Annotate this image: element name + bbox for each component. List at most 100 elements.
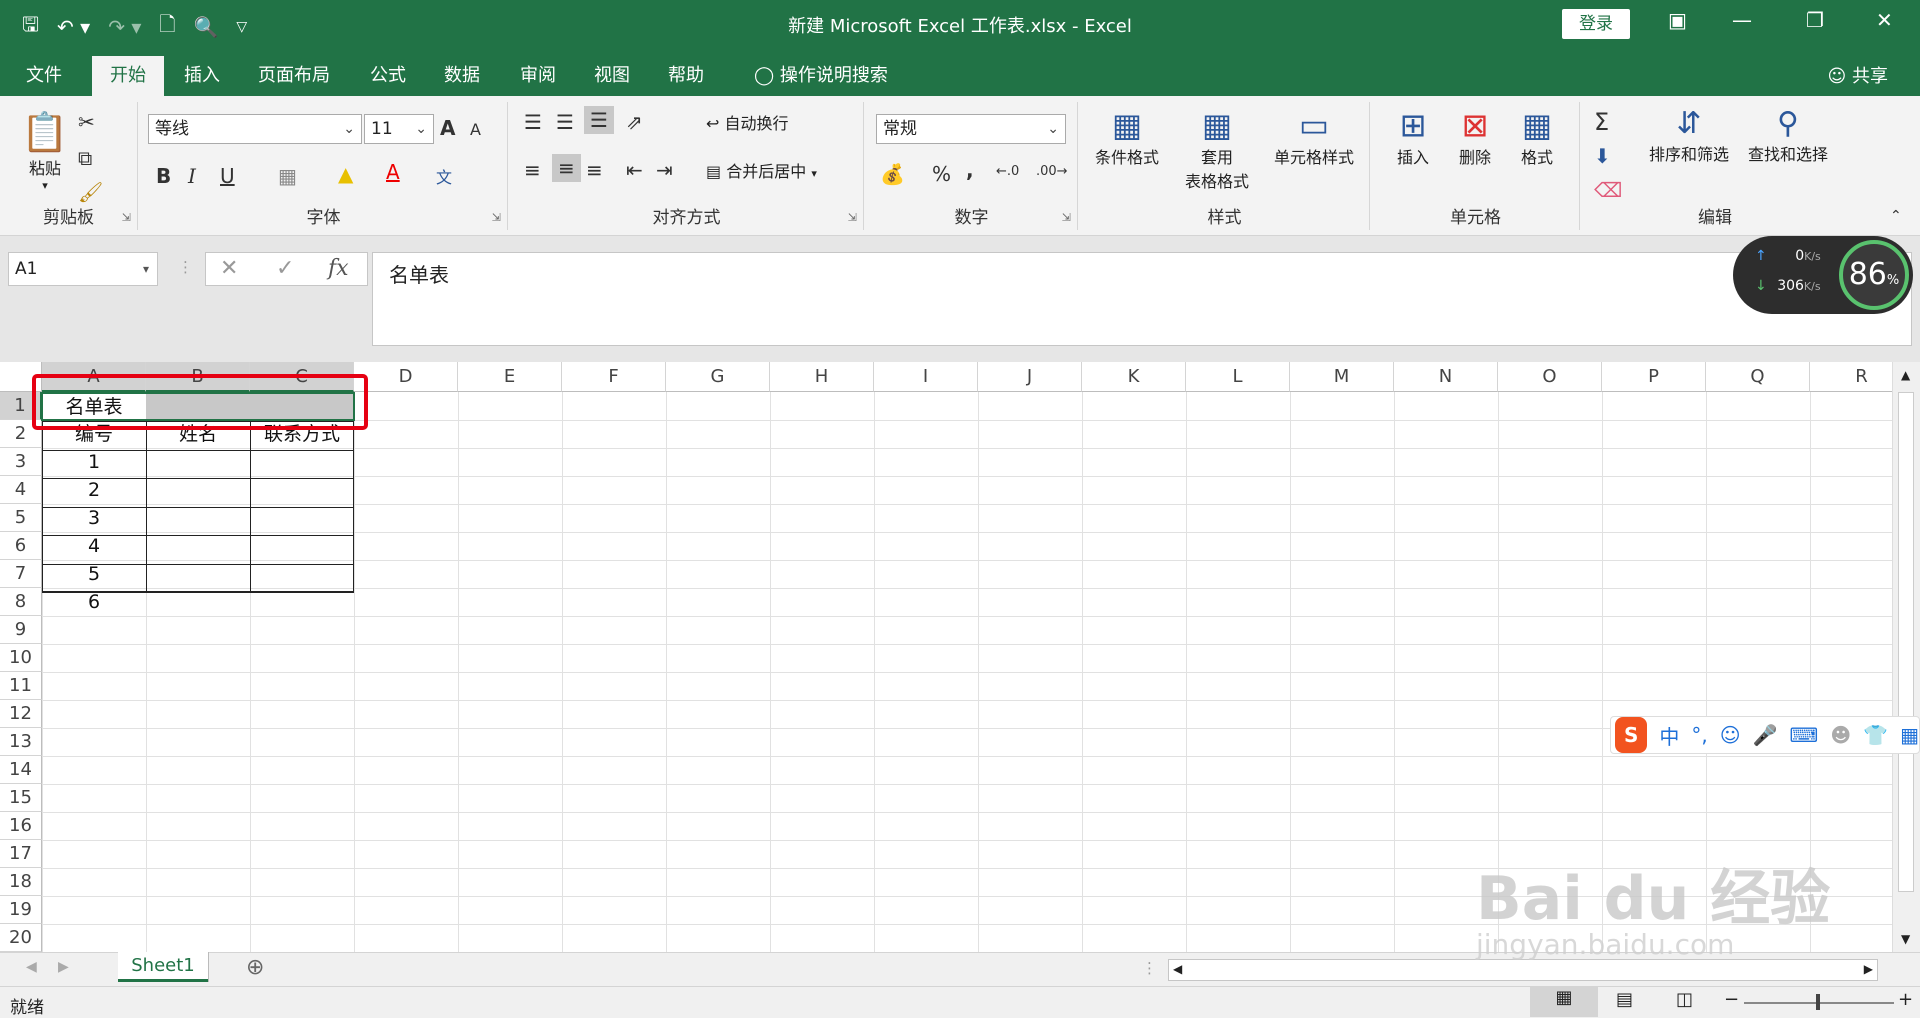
page-layout-view-icon[interactable]: ▤ — [1616, 989, 1633, 1010]
tab-view[interactable]: 视图 — [576, 56, 648, 96]
dialog-launcher-icon[interactable]: ⇲ — [848, 211, 857, 224]
punctuation-icon[interactable]: °, — [1691, 723, 1707, 747]
column-header[interactable]: L — [1186, 362, 1290, 392]
tab-insert[interactable]: 插入 — [166, 56, 238, 96]
scroll-left-icon[interactable]: ◀ — [1173, 962, 1182, 976]
conditional-formatting-button[interactable]: ▦ 条件格式 — [1090, 106, 1164, 168]
zoom-slider-thumb[interactable] — [1816, 994, 1820, 1010]
horizontal-scrollbar[interactable]: ◀ ▶ — [1168, 959, 1878, 981]
row-header[interactable]: 3 — [0, 448, 42, 476]
row-header[interactable]: 13 — [0, 728, 42, 756]
scroll-up-icon[interactable]: ▲ — [1901, 368, 1910, 382]
decrease-decimal-icon[interactable]: .00→ — [1036, 164, 1068, 179]
bold-button[interactable]: B — [156, 164, 171, 188]
font-size-select[interactable]: 11 ⌄ — [364, 114, 434, 144]
grid-menu-icon[interactable]: ▦ — [1900, 723, 1919, 747]
sheet-tab-sheet1[interactable]: Sheet1 — [118, 952, 208, 982]
number-format-select[interactable]: 常规 ⌄ — [876, 114, 1066, 144]
borders-icon[interactable]: ▦ — [278, 164, 297, 188]
column-header[interactable]: K — [1082, 362, 1186, 392]
scroll-down-icon[interactable]: ▼ — [1901, 932, 1910, 946]
align-left-icon[interactable]: ≡ — [524, 158, 541, 182]
increase-decimal-icon[interactable]: ←.0 — [996, 164, 1019, 179]
fill-icon[interactable]: ⬇ — [1594, 144, 1611, 168]
normal-view-icon[interactable]: ▦ — [1530, 987, 1598, 1017]
underline-button[interactable]: U — [220, 164, 235, 188]
tab-formulas[interactable]: 公式 — [352, 56, 424, 96]
orientation-icon[interactable]: ⇗ — [626, 110, 643, 134]
emoji-icon[interactable]: ☺ — [1720, 723, 1741, 747]
cell-styles-button[interactable]: ▭ 单元格样式 — [1266, 106, 1362, 168]
font-name-select[interactable]: 等线 ⌄ — [148, 114, 362, 144]
share-button[interactable]: ☺ 共享 — [1828, 62, 1889, 88]
vertical-scrollbar[interactable]: ▲ ▼ — [1892, 362, 1920, 956]
tab-help[interactable]: 帮助 — [650, 56, 722, 96]
column-header[interactable]: M — [1290, 362, 1394, 392]
sort-filter-button[interactable]: ⇵ 排序和筛选 — [1644, 106, 1734, 165]
decrease-indent-icon[interactable]: ⇤ — [626, 158, 643, 182]
align-right-icon[interactable]: ≡ — [586, 158, 603, 182]
cut-icon[interactable]: ✂ — [78, 110, 95, 134]
dialog-launcher-icon[interactable]: ⇲ — [122, 211, 131, 224]
row-header[interactable]: 10 — [0, 644, 42, 672]
format-painter-icon[interactable]: 🖌 — [78, 180, 103, 204]
sogou-logo-icon[interactable]: S — [1615, 717, 1648, 753]
prev-sheet-icon[interactable]: ◀ — [26, 959, 37, 975]
column-header[interactable]: J — [978, 362, 1082, 392]
tab-review[interactable]: 审阅 — [502, 56, 574, 96]
login-button[interactable]: 登录 — [1562, 9, 1630, 39]
tab-home[interactable]: 开始 — [92, 56, 164, 96]
column-header[interactable]: O — [1498, 362, 1602, 392]
comma-button[interactable]: , — [966, 158, 974, 182]
next-sheet-icon[interactable]: ▶ — [58, 959, 69, 975]
name-box[interactable]: A1 ▾ — [8, 252, 158, 286]
row-header[interactable]: 6 — [0, 532, 42, 560]
shrink-font-button[interactable]: A — [470, 120, 481, 139]
cancel-icon[interactable]: ✕ — [220, 256, 238, 281]
row-header[interactable]: 17 — [0, 840, 42, 868]
row-header[interactable]: 18 — [0, 868, 42, 896]
insert-function-button[interactable]: fx — [328, 256, 349, 281]
row-header[interactable]: 12 — [0, 700, 42, 728]
font-color-icon[interactable]: A — [386, 160, 400, 184]
tab-file[interactable]: 文件 — [8, 56, 80, 96]
close-icon[interactable]: ✕ — [1876, 8, 1893, 32]
italic-button[interactable]: I — [188, 164, 196, 188]
row-header[interactable]: 4 — [0, 476, 42, 504]
column-header[interactable]: F — [562, 362, 666, 392]
restore-icon[interactable]: ❐ — [1806, 8, 1824, 32]
minimize-icon[interactable]: — — [1732, 8, 1752, 32]
dialog-launcher-icon[interactable]: ⇲ — [492, 211, 501, 224]
currency-icon[interactable]: 💰 — [880, 162, 905, 186]
column-header[interactable]: H — [770, 362, 874, 392]
column-header[interactable]: Q — [1706, 362, 1810, 392]
increase-indent-icon[interactable]: ⇥ — [656, 158, 673, 182]
row-header[interactable]: 5 — [0, 504, 42, 532]
splitter-icon[interactable]: ⋮ — [1142, 959, 1157, 977]
phonetic-icon[interactable]: 文 — [436, 164, 452, 188]
microphone-icon[interactable]: 🎤 — [1753, 723, 1778, 747]
wrap-text-button[interactable]: ↩ 自动换行 — [706, 110, 789, 134]
copy-icon[interactable]: ⧉ — [78, 146, 92, 170]
row-header[interactable]: 15 — [0, 784, 42, 812]
zoom-in-icon[interactable]: + — [1898, 989, 1913, 1010]
format-cells-button[interactable]: ▦ 格式 — [1510, 106, 1564, 168]
skin-icon[interactable]: 👕 — [1863, 723, 1888, 747]
column-header[interactable]: D — [354, 362, 458, 392]
format-as-table-button[interactable]: ▦ 套用 表格格式 — [1172, 106, 1262, 192]
row-header[interactable]: 11 — [0, 672, 42, 700]
page-break-view-icon[interactable]: ◫ — [1676, 989, 1693, 1010]
row-header[interactable]: 16 — [0, 812, 42, 840]
tab-data[interactable]: 数据 — [426, 56, 498, 96]
align-top-icon[interactable]: ☰ — [524, 110, 542, 134]
align-middle-icon[interactable]: ☰ — [556, 110, 574, 134]
row-header[interactable]: 9 — [0, 616, 42, 644]
column-header[interactable]: G — [666, 362, 770, 392]
column-header[interactable]: N — [1394, 362, 1498, 392]
find-select-button[interactable]: ⚲ 查找和选择 — [1742, 106, 1834, 165]
row-header[interactable]: 19 — [0, 896, 42, 924]
column-header[interactable]: E — [458, 362, 562, 392]
merge-center-button[interactable]: ▤ 合并后居中 ▾ — [706, 158, 817, 182]
users-icon[interactable]: ☻ — [1830, 723, 1851, 747]
collapse-ribbon-icon[interactable]: ⌃ — [1890, 208, 1902, 224]
